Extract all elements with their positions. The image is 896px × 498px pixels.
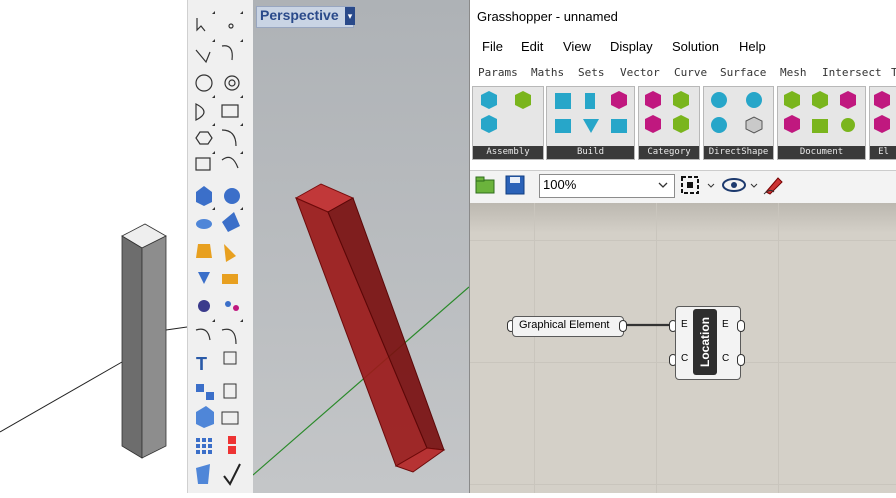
panel-document[interactable]: Document — [777, 86, 866, 160]
grid-line — [534, 203, 535, 493]
tab-vector[interactable]: Vector — [620, 66, 660, 79]
save-file-icon[interactable] — [504, 174, 528, 196]
panel-directshape-icons[interactable] — [704, 87, 773, 145]
panel-category-label: Category — [639, 146, 699, 159]
revit-column-drawing — [0, 223, 188, 459]
panel-elements-icons[interactable] — [870, 87, 896, 145]
preview-eye-icon[interactable] — [720, 174, 760, 196]
tab-intersect[interactable]: Intersect — [822, 66, 882, 79]
location-input-c: C — [681, 353, 689, 364]
panel-directshape-label: DirectShape — [704, 146, 773, 159]
panel-build-icons[interactable] — [547, 87, 634, 145]
tab-params[interactable]: Params — [478, 66, 518, 79]
panel-elements[interactable]: El — [869, 86, 896, 160]
menu-help[interactable]: Help — [739, 39, 766, 54]
location-output-e: E — [722, 319, 729, 330]
grid-line — [778, 203, 779, 493]
rhino-perspective-viewport[interactable] — [252, 0, 470, 493]
tab-more[interactable]: T — [891, 66, 896, 79]
panel-document-icons[interactable] — [778, 87, 865, 145]
menu-view[interactable]: View — [563, 39, 591, 54]
menu-display[interactable]: Display — [610, 39, 653, 54]
panel-assembly-icons[interactable] — [473, 87, 543, 145]
panel-assembly-label: Assembly — [473, 146, 543, 159]
rhino-toolbar: T — [187, 0, 254, 493]
sketch-pen-icon[interactable] — [762, 174, 786, 196]
tab-surface[interactable]: Surface — [720, 66, 766, 79]
panel-directshape[interactable]: DirectShape — [703, 86, 774, 160]
location-input-e: E — [681, 319, 688, 330]
panel-elements-label: El — [870, 146, 896, 159]
open-file-icon[interactable] — [474, 174, 498, 196]
panel-build[interactable]: Build — [546, 86, 635, 160]
menu-file[interactable]: File — [482, 39, 503, 54]
panel-assembly[interactable]: Assembly — [472, 86, 544, 160]
output-grip[interactable] — [619, 320, 627, 332]
location-label: Location — [698, 317, 712, 367]
location-output-c-grip[interactable] — [737, 354, 745, 366]
zoom-extents-icon[interactable] — [679, 174, 715, 196]
svg-text:T: T — [196, 354, 207, 374]
graphical-element-label: Graphical Element — [519, 319, 610, 331]
tab-sets[interactable]: Sets — [578, 66, 605, 79]
rhino-toolbar-icons[interactable]: T — [188, 0, 254, 493]
viewport-title[interactable]: Perspective — [260, 7, 339, 23]
window-title: Grasshopper - unnamed — [477, 9, 618, 24]
grid-line — [470, 484, 896, 485]
menu-edit[interactable]: Edit — [521, 39, 543, 54]
panel-document-label: Document — [778, 146, 865, 159]
panel-category-icons[interactable] — [639, 87, 699, 145]
panel-build-label: Build — [547, 146, 634, 159]
chevron-down-icon[interactable] — [657, 178, 669, 192]
panel-category[interactable]: Category — [638, 86, 700, 160]
location-label-wrap: Location — [693, 309, 717, 375]
menu-solution[interactable]: Solution — [672, 39, 719, 54]
grid-line — [470, 240, 896, 241]
revit-view — [0, 0, 188, 493]
viewport-scene — [252, 183, 470, 476]
tab-curve[interactable]: Curve — [674, 66, 707, 79]
tab-mesh[interactable]: Mesh — [780, 66, 807, 79]
location-output-c: C — [722, 353, 730, 364]
zoom-value: 100% — [543, 177, 577, 192]
viewport-menu-arrow-icon[interactable]: ▾ — [345, 7, 355, 25]
tab-maths[interactable]: Maths — [531, 66, 564, 79]
grid-line — [656, 203, 657, 493]
location-output-e-grip[interactable] — [737, 320, 745, 332]
